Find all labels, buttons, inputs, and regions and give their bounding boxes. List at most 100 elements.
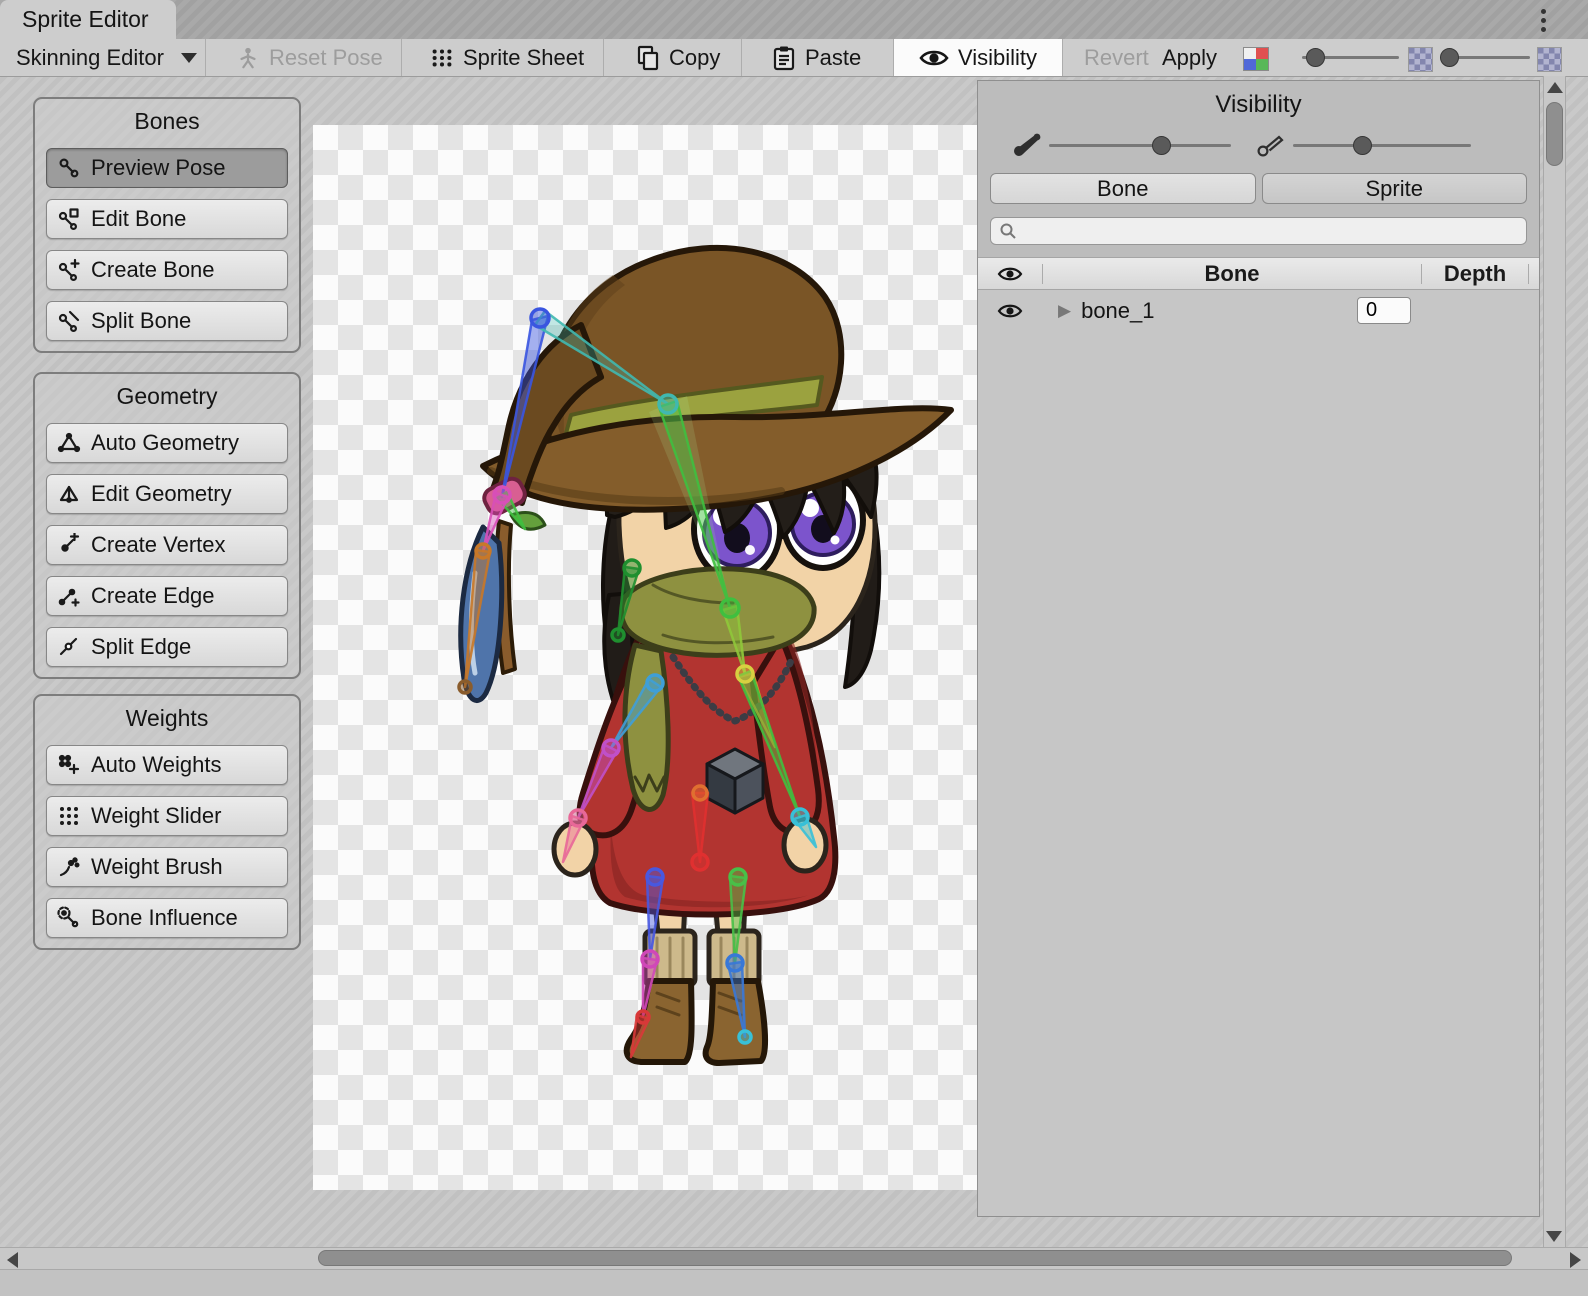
row-eye-icon[interactable] bbox=[978, 302, 1042, 320]
tool-auto-weights[interactable]: Auto Weights bbox=[46, 745, 288, 785]
paste-button[interactable]: Paste bbox=[766, 39, 867, 76]
sprite-canvas[interactable] bbox=[313, 125, 977, 1190]
scroll-down-arrow[interactable] bbox=[1546, 1231, 1562, 1242]
reset-pose-icon bbox=[236, 46, 260, 70]
tool-bone-influence[interactable]: Bone Influence bbox=[46, 898, 288, 938]
depth-input[interactable] bbox=[1357, 297, 1411, 324]
visibility-column-eye-icon[interactable] bbox=[978, 265, 1042, 283]
search-icon bbox=[999, 222, 1017, 245]
create-bone-icon bbox=[57, 258, 81, 282]
disclosure-triangle-icon[interactable]: ▶ bbox=[1058, 301, 1071, 321]
toolbar-separator bbox=[205, 39, 206, 76]
sprite-sheet-icon bbox=[430, 46, 454, 70]
toolbar-separator bbox=[741, 39, 742, 76]
bone-name: bone_1 bbox=[1081, 298, 1154, 324]
split-edge-icon bbox=[57, 635, 81, 659]
tool-weight-brush[interactable]: Weight Brush bbox=[46, 847, 288, 887]
scroll-left-arrow[interactable] bbox=[7, 1252, 18, 1268]
tool-auto-geometry[interactable]: Auto Geometry bbox=[46, 423, 288, 463]
tool-create-vertex[interactable]: Create Vertex bbox=[46, 525, 288, 565]
tool-create-bone[interactable]: Create Bone bbox=[46, 250, 288, 290]
sprite-canvas-art bbox=[313, 125, 977, 1190]
tab-sprite[interactable]: Sprite bbox=[1262, 173, 1528, 204]
tool-weight-slider[interactable]: Weight Slider bbox=[46, 796, 288, 836]
zoom-slider-track bbox=[1440, 56, 1530, 59]
tool-create-edge[interactable]: Create Edge bbox=[46, 576, 288, 616]
visibility-panel: Visibility Bone Sprite bbox=[977, 80, 1540, 1217]
visibility-panel-title: Visibility bbox=[978, 81, 1539, 123]
weight-slider-icon bbox=[57, 804, 81, 828]
bone-opacity-slider-thumb[interactable] bbox=[1152, 136, 1171, 155]
edit-geometry-icon bbox=[57, 482, 81, 506]
alpha-slider-track bbox=[1302, 56, 1399, 59]
alpha-texture-chip[interactable] bbox=[1408, 47, 1433, 72]
bone-table-header: Bone Depth bbox=[978, 257, 1539, 290]
edit-bone-icon bbox=[57, 207, 81, 231]
alpha-slider-thumb[interactable] bbox=[1306, 48, 1325, 67]
window-tab-bar: Sprite Editor bbox=[0, 0, 1588, 39]
tool-preview-pose[interactable]: Preview Pose bbox=[46, 148, 288, 188]
bone-outline-icon bbox=[1256, 131, 1286, 164]
paste-icon bbox=[772, 46, 796, 70]
toolbar: Skinning Editor Reset Pose Sprite Sheet … bbox=[0, 39, 1588, 77]
auto-weights-icon bbox=[57, 753, 81, 777]
sprite-editor-tab[interactable]: Sprite Editor bbox=[0, 0, 176, 39]
scroll-up-arrow[interactable] bbox=[1547, 82, 1563, 93]
weights-panel: Weights Auto Weights Weight Slider Weigh… bbox=[33, 694, 301, 950]
kebab-menu-icon[interactable] bbox=[1528, 5, 1558, 35]
geometry-panel: Geometry Auto Geometry Edit Geometry Cre… bbox=[33, 372, 301, 679]
pattern-chip[interactable] bbox=[1537, 47, 1562, 72]
tool-split-bone[interactable]: Split Bone bbox=[46, 301, 288, 341]
tool-split-edge[interactable]: Split Edge bbox=[46, 627, 288, 667]
tab-bone[interactable]: Bone bbox=[990, 173, 1256, 204]
bones-panel-title: Bones bbox=[35, 99, 299, 137]
search-input[interactable] bbox=[990, 217, 1527, 245]
eye-icon bbox=[919, 46, 949, 70]
horizontal-scrollbar-thumb[interactable] bbox=[318, 1250, 1512, 1266]
scroll-right-arrow[interactable] bbox=[1570, 1252, 1581, 1268]
visibility-tabs: Bone Sprite bbox=[978, 173, 1539, 204]
preview-pose-icon bbox=[57, 156, 81, 180]
horizontal-scrollbar bbox=[0, 1247, 1588, 1270]
bone-opacity-slider-track bbox=[1049, 144, 1231, 147]
copy-icon bbox=[636, 46, 660, 70]
tool-edit-bone[interactable]: Edit Bone bbox=[46, 199, 288, 239]
create-edge-icon bbox=[57, 584, 81, 608]
toolbar-separator bbox=[1062, 39, 1063, 76]
toolbar-separator bbox=[401, 39, 402, 76]
column-header-bone: Bone bbox=[1043, 261, 1421, 287]
bone-list: ▶ bone_1 bbox=[978, 290, 1539, 1216]
reset-pose-button: Reset Pose bbox=[230, 39, 389, 76]
status-strip bbox=[0, 1270, 1588, 1296]
geometry-panel-title: Geometry bbox=[35, 374, 299, 412]
bone-row[interactable]: ▶ bone_1 bbox=[978, 290, 1539, 331]
mesh-opacity-slider-track bbox=[1293, 144, 1471, 147]
auto-geometry-icon bbox=[57, 431, 81, 455]
sprite-editor-window: Sprite Editor Skinning Editor Reset Pose… bbox=[0, 0, 1588, 1296]
vertical-scrollbar-thumb[interactable] bbox=[1546, 102, 1563, 166]
search-field bbox=[990, 217, 1527, 245]
visibility-controls bbox=[978, 123, 1539, 173]
split-bone-icon bbox=[57, 309, 81, 333]
bone-filled-icon bbox=[1012, 131, 1042, 164]
column-header-depth: Depth bbox=[1422, 261, 1528, 287]
mesh-opacity-slider-thumb[interactable] bbox=[1353, 136, 1372, 155]
apply-button[interactable]: Apply bbox=[1156, 39, 1223, 76]
visibility-toggle-button[interactable]: Visibility bbox=[894, 39, 1062, 76]
tab-title: Sprite Editor bbox=[22, 6, 149, 33]
weight-brush-icon bbox=[57, 855, 81, 879]
toolbar-separator bbox=[603, 39, 604, 76]
revert-button: Revert bbox=[1078, 39, 1155, 76]
chevron-down-icon bbox=[181, 53, 197, 63]
sprite-sheet-button[interactable]: Sprite Sheet bbox=[424, 39, 590, 76]
color-swatch[interactable] bbox=[1243, 47, 1269, 71]
tool-edit-geometry[interactable]: Edit Geometry bbox=[46, 474, 288, 514]
mode-dropdown[interactable]: Skinning Editor bbox=[10, 39, 203, 76]
create-vertex-icon bbox=[57, 533, 81, 557]
bone-influence-icon bbox=[57, 906, 81, 930]
mode-dropdown-label: Skinning Editor bbox=[16, 45, 164, 71]
weights-panel-title: Weights bbox=[35, 696, 299, 734]
copy-button[interactable]: Copy bbox=[630, 39, 726, 76]
vertical-scrollbar bbox=[1543, 76, 1566, 1248]
zoom-slider-thumb[interactable] bbox=[1440, 48, 1459, 67]
